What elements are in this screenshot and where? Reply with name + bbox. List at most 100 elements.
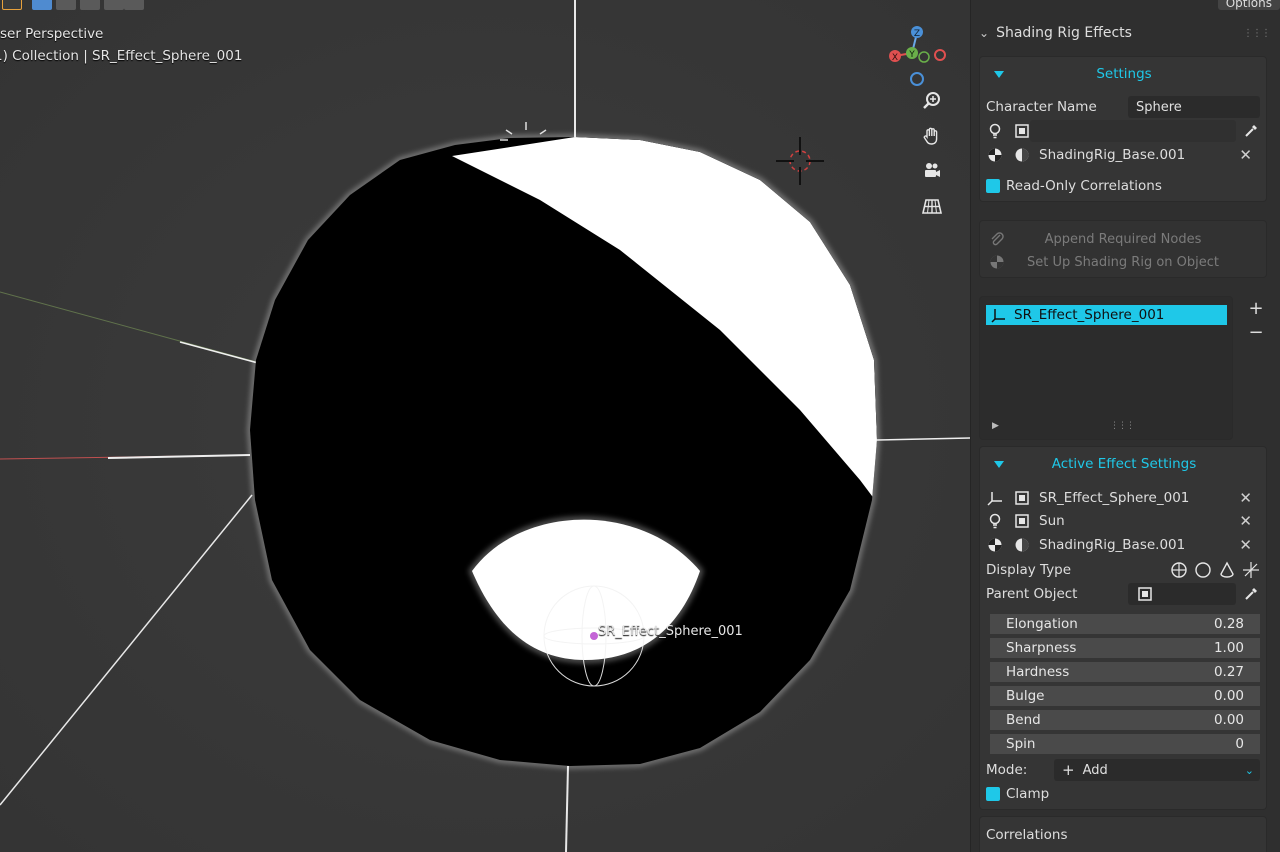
list-resize-handle-icon[interactable]: ⋮⋮⋮	[1110, 421, 1135, 431]
setup-rig-button[interactable]: Set Up Shading Rig on Object	[988, 251, 1260, 273]
rig-material-icon	[988, 253, 1006, 271]
slider-value: 0.00	[1213, 688, 1244, 704]
spin-slider[interactable]: Spin 0	[990, 734, 1260, 756]
light-bulb-icon	[986, 122, 1004, 140]
display-circle-icon[interactable]	[1194, 561, 1212, 579]
select-box-button[interactable]	[32, 0, 52, 10]
slider-value: 0.00	[1213, 712, 1244, 728]
list-expand-triangle-icon[interactable]: ▶	[992, 421, 999, 431]
mode-dropdown[interactable]: + Add ⌄	[1054, 759, 1260, 781]
elongation-slider[interactable]: Elongation 0.28	[990, 614, 1260, 636]
clamp-label: Clamp	[1006, 786, 1050, 802]
append-nodes-button[interactable]: Append Required Nodes	[988, 228, 1260, 250]
read-only-row[interactable]: Read-Only Correlations	[986, 175, 1260, 197]
panel-header-shading-rig-effects[interactable]: ⌄ Shading Rig Effects ⋮⋮⋮	[979, 22, 1271, 44]
active-effect-header[interactable]: Active Effect Settings	[986, 453, 1260, 475]
slider-label: Bend	[1006, 712, 1041, 728]
effect-material-field[interactable]: ShadingRig_Base.001	[1039, 537, 1185, 553]
correlations-header[interactable]: Correlations	[986, 824, 1260, 846]
display-axes-sphere-icon[interactable]	[1170, 561, 1188, 579]
camera-view-icon[interactable]	[917, 156, 947, 186]
expand-triangle-icon[interactable]	[994, 460, 1004, 468]
slider-value: 1.00	[1213, 640, 1244, 656]
effect-object-row: SR_Effect_Sphere_001 ✕	[986, 487, 1260, 509]
slider-label: Elongation	[1006, 616, 1078, 632]
empty-axes-icon	[986, 489, 1004, 507]
base-material-row: ShadingRig_Base.001 ✕	[986, 144, 1260, 166]
drag-handle-icon[interactable]: ⋮⋮⋮	[1243, 28, 1271, 39]
list-item-label: SR_Effect_Sphere_001	[1014, 307, 1165, 323]
light-object-row: Sun ✕	[986, 510, 1260, 532]
add-plus-icon: +	[1062, 761, 1075, 779]
light-object-field[interactable]	[1030, 120, 1236, 142]
bulge-slider[interactable]: Bulge 0.00	[990, 686, 1260, 708]
slider-value: 0.27	[1213, 664, 1244, 680]
active-effect-panel: Active Effect Settings SR_Effect_Sphere_…	[979, 446, 1267, 810]
clear-effect-material-icon[interactable]: ✕	[1239, 536, 1252, 554]
clamp-row[interactable]: Clamp	[986, 783, 1260, 805]
collection-path-label: 1) Collection | SR_Effect_Sphere_001	[0, 48, 243, 64]
hardness-slider[interactable]: Hardness 0.27	[990, 662, 1260, 684]
slider-value: 0	[1235, 736, 1244, 752]
display-cone-icon[interactable]	[1218, 561, 1236, 579]
effect-origin-dot[interactable]	[590, 632, 598, 640]
clear-effect-object-icon[interactable]: ✕	[1239, 489, 1252, 507]
settings-panel: Settings Character Name Sphere ShadingRi…	[979, 56, 1267, 202]
collapse-chevron-icon[interactable]: ⌄	[979, 26, 989, 40]
read-only-checkbox[interactable]	[986, 179, 1000, 193]
material-sphere-icon	[986, 146, 1004, 164]
light-object-field[interactable]: Sun	[1039, 513, 1065, 529]
viewport-header	[0, 0, 160, 14]
clear-light-object-icon[interactable]: ✕	[1239, 512, 1252, 530]
eyedropper-icon[interactable]	[1242, 122, 1260, 140]
character-name-label: Character Name	[986, 99, 1097, 115]
clear-material-icon[interactable]: ✕	[1239, 146, 1252, 164]
material-icon	[1013, 536, 1031, 554]
add-effect-button[interactable]: +	[1245, 298, 1267, 320]
light-bulb-icon	[986, 512, 1004, 530]
object-icon	[1013, 122, 1031, 140]
clamp-checkbox[interactable]	[986, 787, 1000, 801]
select-subtract-button[interactable]	[80, 0, 100, 10]
effect-object-field[interactable]: SR_Effect_Sphere_001	[1039, 490, 1189, 506]
ortho-grid-icon[interactable]	[917, 191, 947, 221]
options-button[interactable]: Options	[1217, 0, 1280, 10]
pan-hand-icon[interactable]	[917, 121, 947, 151]
gizmo-y-label: Y	[908, 50, 915, 60]
zoom-icon[interactable]	[917, 86, 947, 116]
select-intersect-button[interactable]	[124, 0, 144, 10]
character-name-row: Character Name Sphere	[986, 96, 1260, 118]
base-material-field[interactable]: ShadingRig_Base.001	[1039, 147, 1185, 163]
append-nodes-label: Append Required Nodes	[1044, 231, 1202, 247]
character-name-input[interactable]: Sphere	[1128, 96, 1260, 118]
list-item-selected[interactable]: SR_Effect_Sphere_001	[986, 305, 1227, 325]
material-sphere-icon	[986, 536, 1004, 554]
select-mode-button[interactable]	[2, 0, 22, 10]
actions-panel: Append Required Nodes Set Up Shading Rig…	[979, 220, 1267, 278]
object-icon	[1136, 585, 1154, 603]
slider-value: 0.28	[1213, 616, 1244, 632]
chevron-down-icon: ⌄	[1244, 763, 1254, 777]
effect-list[interactable]: SR_Effect_Sphere_001 ▶ ⋮⋮⋮	[979, 296, 1233, 440]
slider-label: Sharpness	[1006, 640, 1077, 656]
sharpness-slider[interactable]: Sharpness 1.00	[990, 638, 1260, 660]
settings-header[interactable]: Settings	[986, 63, 1260, 85]
effect-material-row: ShadingRig_Base.001 ✕	[986, 534, 1260, 556]
display-plain-axes-icon[interactable]	[1242, 561, 1260, 579]
3d-viewport[interactable]: Z Y X ser Perspective 1) Collection | SR…	[0, 0, 970, 852]
viewport-scene[interactable]: Z Y X	[0, 0, 970, 852]
bend-slider[interactable]: Bend 0.00	[990, 710, 1260, 732]
active-effect-heading: Active Effect Settings	[1051, 456, 1197, 472]
correlations-panel[interactable]: Correlations	[979, 816, 1267, 852]
correlations-label: Correlations	[986, 827, 1068, 843]
display-type-row: Display Type	[986, 559, 1260, 581]
effect-object-label: SR_Effect_Sphere_001	[598, 624, 743, 639]
remove-effect-button[interactable]: −	[1245, 322, 1267, 344]
select-invert-button[interactable]	[104, 0, 124, 10]
select-extend-button[interactable]	[56, 0, 76, 10]
parent-object-field[interactable]	[1128, 583, 1236, 605]
read-only-label: Read-Only Correlations	[1006, 178, 1162, 194]
eyedropper-icon[interactable]	[1242, 585, 1260, 603]
light-target-row	[986, 120, 1260, 142]
expand-triangle-icon[interactable]	[994, 70, 1004, 78]
